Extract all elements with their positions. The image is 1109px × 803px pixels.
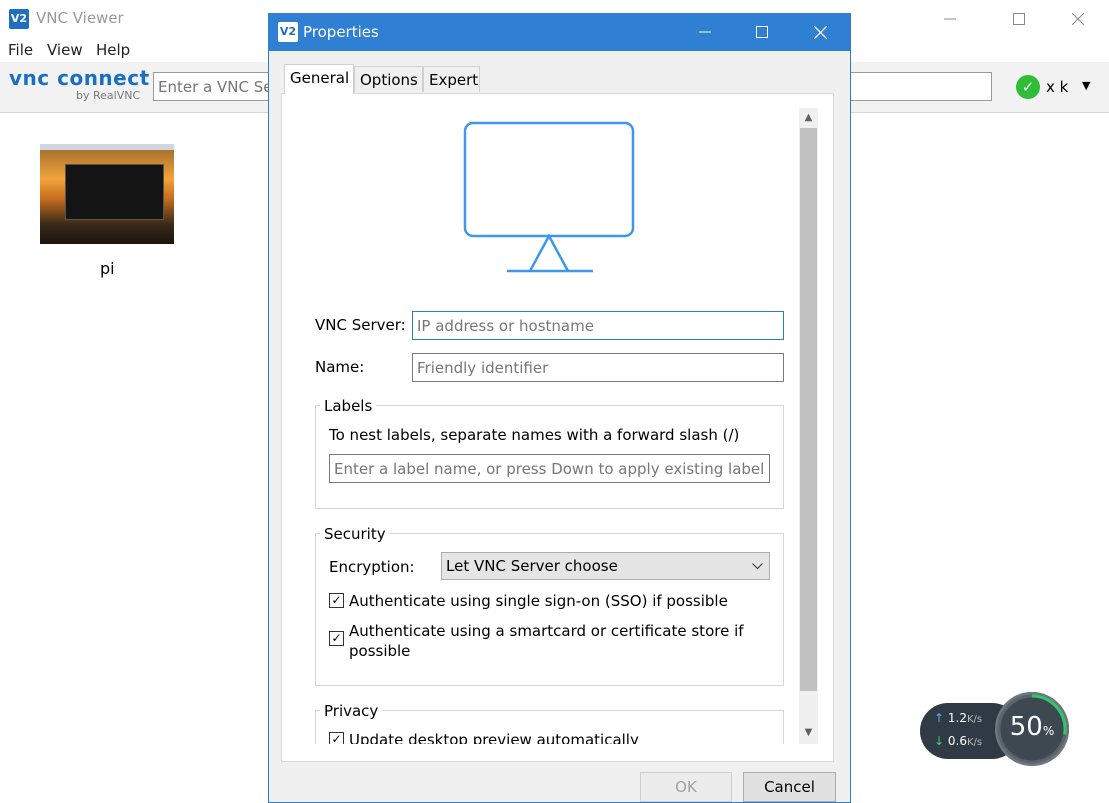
usage-value: 50% (1009, 712, 1055, 742)
smartcard-label-line2: possible (349, 642, 411, 660)
dialog-minimize-button[interactable] (676, 13, 734, 51)
privacy-clip: Privacy ✓ Update desktop preview automat… (282, 700, 798, 744)
checkmark-icon: ✓ (331, 732, 342, 745)
dialog-close-button[interactable] (791, 13, 849, 51)
sso-checkbox[interactable]: ✓ (329, 593, 344, 608)
user-name[interactable]: x k (1046, 78, 1068, 96)
smartcard-checkbox[interactable]: ✓ (329, 631, 344, 646)
upload-arrow-icon: ↑ (934, 711, 945, 725)
vnc-app-icon: V2 (9, 9, 29, 29)
update-preview-checkbox[interactable]: ✓ (329, 732, 344, 744)
download-speed: ↓ 0.6K/s (934, 734, 983, 748)
cancel-button[interactable]: Cancel (743, 772, 836, 802)
labels-group-title: Labels (320, 397, 377, 415)
name-field[interactable] (412, 353, 784, 382)
usage-gauge[interactable]: 50% (995, 692, 1069, 766)
chevron-down-icon (752, 563, 763, 570)
vnc-server-field[interactable] (412, 311, 784, 340)
encryption-selected-value: Let VNC Server choose (446, 557, 618, 575)
menu-file[interactable]: File (8, 41, 33, 59)
maximize-icon (756, 26, 768, 38)
download-arrow-icon: ↓ (934, 734, 945, 748)
minimize-icon (699, 31, 711, 33)
thumbnail-taskbar (40, 144, 174, 150)
menu-help[interactable]: Help (96, 41, 130, 59)
signed-in-check-icon: ✓ (1016, 75, 1040, 99)
labels-field[interactable] (329, 454, 770, 483)
vnc-connect-logo: vnc connect (9, 66, 150, 90)
scroll-up-arrow-icon[interactable]: ▲ (799, 108, 818, 128)
minimize-button[interactable] (927, 0, 973, 38)
dialog-maximize-button[interactable] (733, 13, 791, 51)
vnc-server-label: VNC Server: (315, 316, 406, 334)
computer-name-label: pi (100, 259, 115, 278)
computer-thumbnail[interactable] (40, 144, 174, 244)
checkmark-icon: ✓ (331, 631, 342, 645)
chevron-down-icon[interactable]: ▼ (1082, 79, 1090, 92)
sso-label: Authenticate using single sign-on (SSO) … (349, 592, 728, 610)
privacy-group-title: Privacy (320, 702, 383, 720)
tab-options[interactable]: Options (354, 66, 423, 92)
labels-input[interactable] (330, 455, 769, 482)
upload-speed: ↑ 1.2K/s (934, 711, 983, 725)
maximize-button[interactable] (996, 0, 1042, 38)
maximize-icon (1013, 13, 1025, 25)
checkmark-icon: ✓ (331, 593, 342, 607)
update-preview-label: Update desktop preview automatically (349, 731, 639, 744)
thumbnail-terminal (65, 164, 164, 220)
tab-general[interactable]: General (284, 64, 354, 94)
monitor-icon (463, 121, 635, 273)
main-window-title: VNC Viewer (36, 9, 124, 27)
name-input[interactable] (413, 354, 783, 381)
logo-subtitle: by RealVNC (76, 89, 141, 102)
encryption-select[interactable]: Let VNC Server choose (441, 552, 770, 580)
ok-button[interactable]: OK (640, 772, 732, 802)
labels-hint: To nest labels, separate names with a fo… (329, 426, 740, 444)
encryption-label: Encryption: (329, 558, 415, 576)
vnc-server-input[interactable] (413, 312, 783, 339)
vnc-app-icon: V2 (278, 22, 298, 42)
dialog-title: Properties (303, 23, 379, 41)
close-icon (1072, 13, 1084, 25)
smartcard-label-line1: Authenticate using a smartcard or certif… (349, 622, 744, 640)
menu-view[interactable]: View (47, 41, 83, 59)
security-group-title: Security (320, 525, 390, 543)
scrollbar-thumb[interactable] (800, 128, 817, 691)
minimize-icon (944, 18, 956, 20)
scroll-down-arrow-icon[interactable]: ▼ (799, 723, 818, 743)
name-label: Name: (315, 358, 365, 376)
close-button[interactable] (1055, 0, 1101, 38)
tab-expert[interactable]: Expert (423, 66, 480, 92)
dialog-title-bar: V2 Properties (268, 13, 851, 51)
close-icon (813, 25, 827, 39)
